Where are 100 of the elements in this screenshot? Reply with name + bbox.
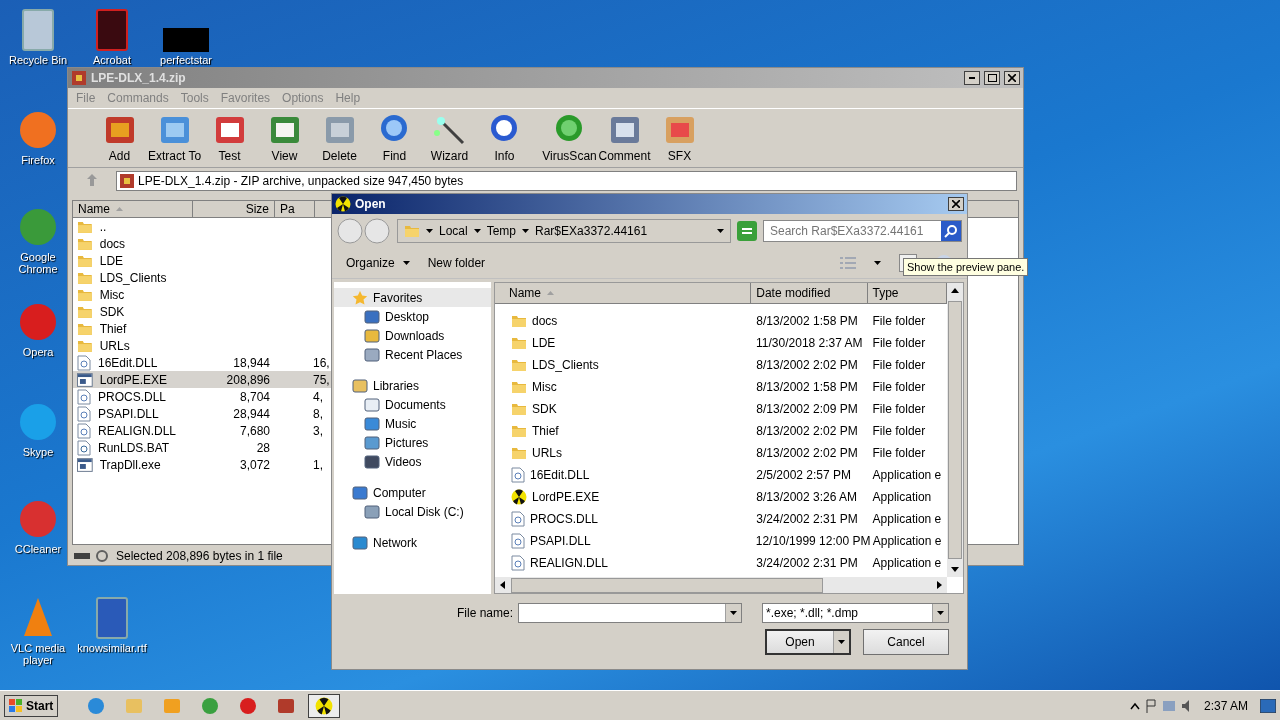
minimize-button[interactable] — [964, 71, 980, 85]
caret-icon — [874, 261, 881, 265]
libraries-icon — [352, 377, 368, 394]
file-row[interactable]: Misc 8/13/2002 1:58 PM File folder — [495, 376, 947, 398]
scroll-thumb[interactable] — [948, 301, 962, 559]
file-name: LordPE.EXE — [532, 490, 600, 504]
scroll-thumb[interactable] — [511, 577, 823, 593]
file-row[interactable]: Thief 8/13/2002 2:02 PM File folder — [495, 420, 947, 442]
caret-icon — [402, 261, 410, 265]
toolbar-button[interactable]: Delete — [312, 113, 367, 163]
icon-label: Firefox — [21, 154, 55, 166]
network-icon — [1161, 699, 1176, 712]
gear-file-icon — [77, 354, 91, 371]
sort-icon — [547, 291, 554, 295]
file-name: LDS_Clients — [98, 270, 168, 285]
taskbar-app[interactable] — [308, 693, 341, 718]
close-button[interactable] — [948, 197, 964, 211]
maximize-button[interactable] — [984, 71, 1000, 85]
column-header[interactable]: Size — [193, 201, 275, 217]
start-button[interactable]: Start — [4, 694, 59, 717]
windows-logo-icon — [9, 698, 23, 713]
vertical-scrollbar[interactable] — [947, 283, 963, 577]
file-type: File folder — [871, 358, 927, 372]
icon-label: knowsimilar.rtf — [77, 642, 147, 654]
view-icon — [840, 257, 856, 269]
packed-size: 8, — [313, 406, 324, 421]
gear-file-icon — [77, 422, 91, 439]
horizontal-scrollbar[interactable] — [495, 577, 947, 593]
organize-button[interactable]: Organize — [346, 256, 410, 270]
toolbar-button[interactable]: VirusScan — [542, 113, 597, 163]
column-header[interactable]: Name — [73, 201, 193, 217]
file-row[interactable]: LDE 11/30/2018 2:37 AM File folder — [495, 332, 947, 354]
file-row[interactable]: .. — [73, 218, 373, 235]
file-row[interactable]: SDK 8/13/2002 2:09 PM File folder — [495, 398, 947, 420]
file-row[interactable]: docs — [73, 235, 373, 252]
address-text: LPE-DLX_1.4.zip - ZIP archive, unpacked size 947,450 bytes — [138, 174, 464, 188]
star-icon — [352, 289, 368, 306]
close-button[interactable] — [1004, 71, 1020, 85]
nav-item[interactable]: Computer — [334, 483, 491, 502]
date-modified: 12/10/1999 12:00 PM — [754, 534, 868, 548]
file-name: Thief — [98, 321, 128, 336]
packed-size: 3, — [313, 423, 324, 438]
breadcrumb-item[interactable]: Rar$EXa3372.44161 — [535, 224, 648, 238]
window-icon — [77, 457, 93, 472]
radiation-icon — [511, 489, 527, 505]
breadcrumb-bar[interactable]: Local Temp Rar$EXa3372.44161 — [397, 219, 731, 243]
file-name: LDS_Clients — [532, 358, 599, 372]
file-size: 7,680 — [238, 423, 271, 438]
search-field[interactable]: Search Rar$EXa3372.44161 — [763, 220, 962, 242]
column-header[interactable]: Name — [495, 283, 752, 303]
column-header[interactable]: Pa — [275, 201, 315, 217]
tooltip: Show the preview pane. — [903, 258, 1029, 276]
cancel-button[interactable]: Cancel — [863, 629, 949, 655]
file-name: LordPE.EXE — [98, 372, 169, 387]
file-row[interactable]: docs 8/13/2002 1:58 PM File folder — [495, 310, 947, 332]
file-type-dropdown[interactable]: *.exe; *.dll; *.dmp — [762, 603, 949, 623]
breadcrumb-item[interactable]: Local — [439, 224, 468, 238]
file-name-field[interactable] — [518, 603, 742, 623]
new-folder-button[interactable]: New folder — [427, 256, 486, 270]
file-row[interactable]: REALIGN.DLL 3/24/2002 2:31 PM Application e — [495, 552, 947, 574]
file-row[interactable]: PROCS.DLL 3/24/2002 2:31 PM Application e — [495, 508, 947, 530]
file-row[interactable]: URLs 8/13/2002 2:02 PM File folder — [495, 442, 947, 464]
file-type: Application e — [871, 556, 943, 570]
file-row[interactable]: 16Edit.DLL 2/5/2002 2:57 PM Application e — [495, 464, 947, 486]
icon-label: Google Chrome — [17, 251, 59, 275]
file-row[interactable]: PSAPI.DLL 12/10/1999 12:00 PM Application e — [495, 530, 947, 552]
file-row[interactable]: LDS_Clients — [73, 269, 373, 286]
computer-icon — [352, 484, 368, 501]
breadcrumb-item[interactable]: Temp — [486, 224, 517, 238]
file-name: URLs — [532, 446, 562, 460]
toolbar-button[interactable]: Find — [367, 113, 422, 163]
toolbar-button[interactable]: Extract To — [147, 113, 202, 163]
file-type: File folder — [871, 314, 927, 328]
network-icon — [352, 534, 368, 551]
window-title: LPE-DLX_1.4.zip — [91, 71, 187, 85]
caret-icon — [717, 229, 724, 233]
nav-item[interactable]: Network — [334, 533, 491, 552]
file-name: 16Edit.DLL — [97, 355, 159, 370]
toolbar-button[interactable]: Info — [477, 113, 532, 163]
search-icon — [941, 221, 961, 241]
toolbar-button[interactable]: View — [257, 113, 312, 163]
toolbar-button[interactable]: Comment — [597, 113, 652, 163]
column-header[interactable]: Date modified — [751, 283, 868, 303]
file-row[interactable]: LordPE.EXE 8/13/2002 3:26 AM Application — [495, 486, 947, 508]
toolbar-button[interactable]: Add — [92, 113, 147, 163]
file-type: Application e — [871, 512, 943, 526]
open-button[interactable]: Open — [765, 629, 851, 655]
toolbar-button[interactable]: Test — [202, 113, 257, 163]
date-modified: 8/13/2002 1:58 PM — [755, 380, 859, 394]
address-field[interactable]: LPE-DLX_1.4.zip - ZIP archive, unpacked size 947,450 bytes — [116, 171, 1017, 191]
nav-item[interactable]: Local Disk (C:) — [334, 502, 491, 521]
toolbar-button[interactable]: Wizard — [422, 113, 477, 163]
pictures-icon — [364, 434, 380, 451]
date-modified: 3/24/2002 2:31 PM — [755, 512, 859, 526]
toolbar-button[interactable]: SFX — [652, 113, 707, 163]
nav-item[interactable]: Favorites — [334, 288, 491, 307]
file-row[interactable]: LDS_Clients 8/13/2002 2:02 PM File folder — [495, 354, 947, 376]
minimize-icon — [969, 77, 975, 79]
show-desktop-icon — [1260, 698, 1276, 713]
sort-icon — [116, 207, 123, 211]
